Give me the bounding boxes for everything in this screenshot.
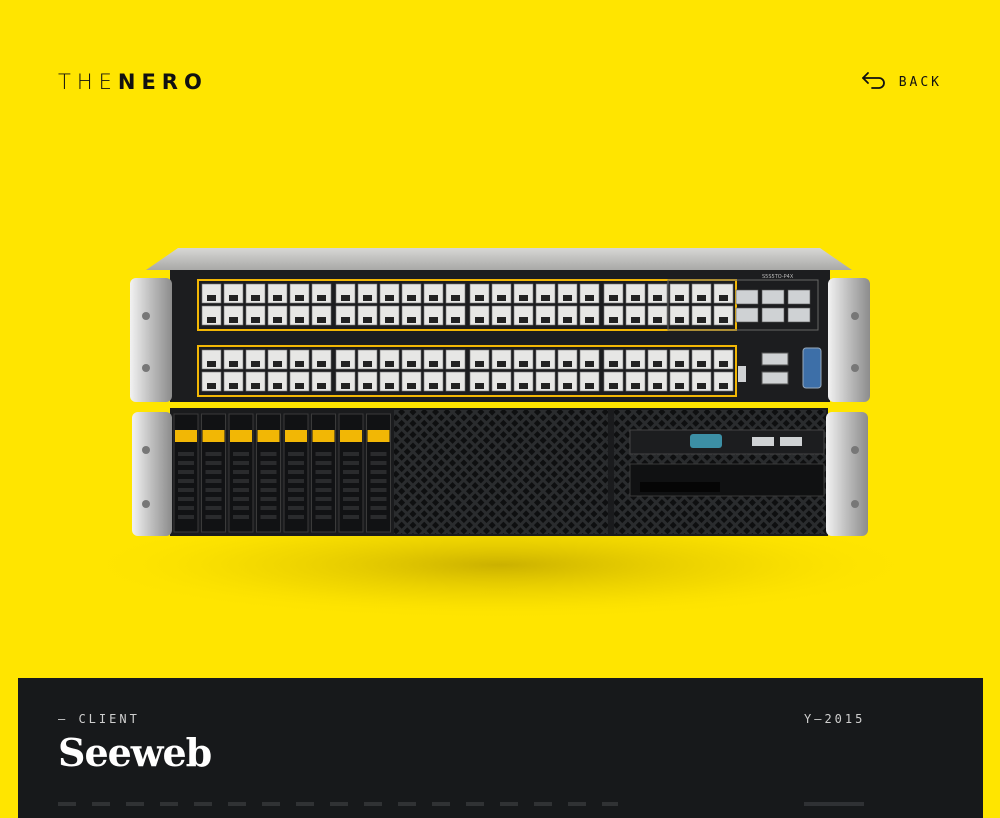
switch-usb-port — [761, 371, 789, 385]
sfp-port — [735, 307, 759, 323]
server-slot — [640, 482, 720, 492]
drive-bay-latch — [312, 430, 335, 442]
server-usb-port — [780, 437, 802, 446]
client-label: — CLIENT — [58, 712, 140, 726]
left-rack-brackets — [130, 278, 172, 536]
drive-bay-latch — [230, 430, 252, 442]
project-year: Y—2015 — [804, 712, 866, 726]
back-label: BACK — [898, 75, 942, 90]
server-mesh-panel — [394, 410, 608, 534]
client-name: Seeweb — [58, 730, 212, 775]
drive-bay-latch — [175, 430, 197, 442]
back-arrow-icon — [861, 70, 887, 95]
server-usb-port — [752, 437, 774, 446]
brand-logo[interactable]: THENERO — [58, 70, 208, 94]
logo-light-text: THE — [58, 70, 118, 94]
drive-bay-latch — [340, 430, 362, 442]
sfp-port — [761, 307, 785, 323]
switch-usb-port — [761, 352, 789, 366]
drive-bay-latch — [202, 430, 225, 442]
sfp-port — [761, 289, 785, 305]
project-info-panel: — CLIENT Seeweb Y—2015 — [18, 678, 983, 818]
product-hero-image: S5S5TO-P4X — [0, 120, 1000, 670]
truncated-meta — [804, 802, 864, 806]
sfp-port — [787, 307, 811, 323]
sfp-port — [787, 289, 811, 305]
truncated-description — [58, 802, 618, 806]
drive-bay-latch — [367, 430, 390, 442]
switch-usb-port — [738, 366, 746, 382]
server-vga-port — [690, 434, 722, 448]
right-rack-brackets — [826, 278, 870, 536]
switch-model-label: S5S5TO-P4X — [762, 274, 794, 280]
switch-vga-port — [802, 347, 822, 389]
logo-bold-text: NERO — [117, 70, 208, 94]
sfp-port — [735, 289, 759, 305]
back-button[interactable]: BACK — [861, 70, 942, 95]
switch-top-plate — [146, 248, 852, 270]
drive-bay-latch — [285, 430, 307, 442]
drive-bay-latch — [257, 430, 280, 442]
